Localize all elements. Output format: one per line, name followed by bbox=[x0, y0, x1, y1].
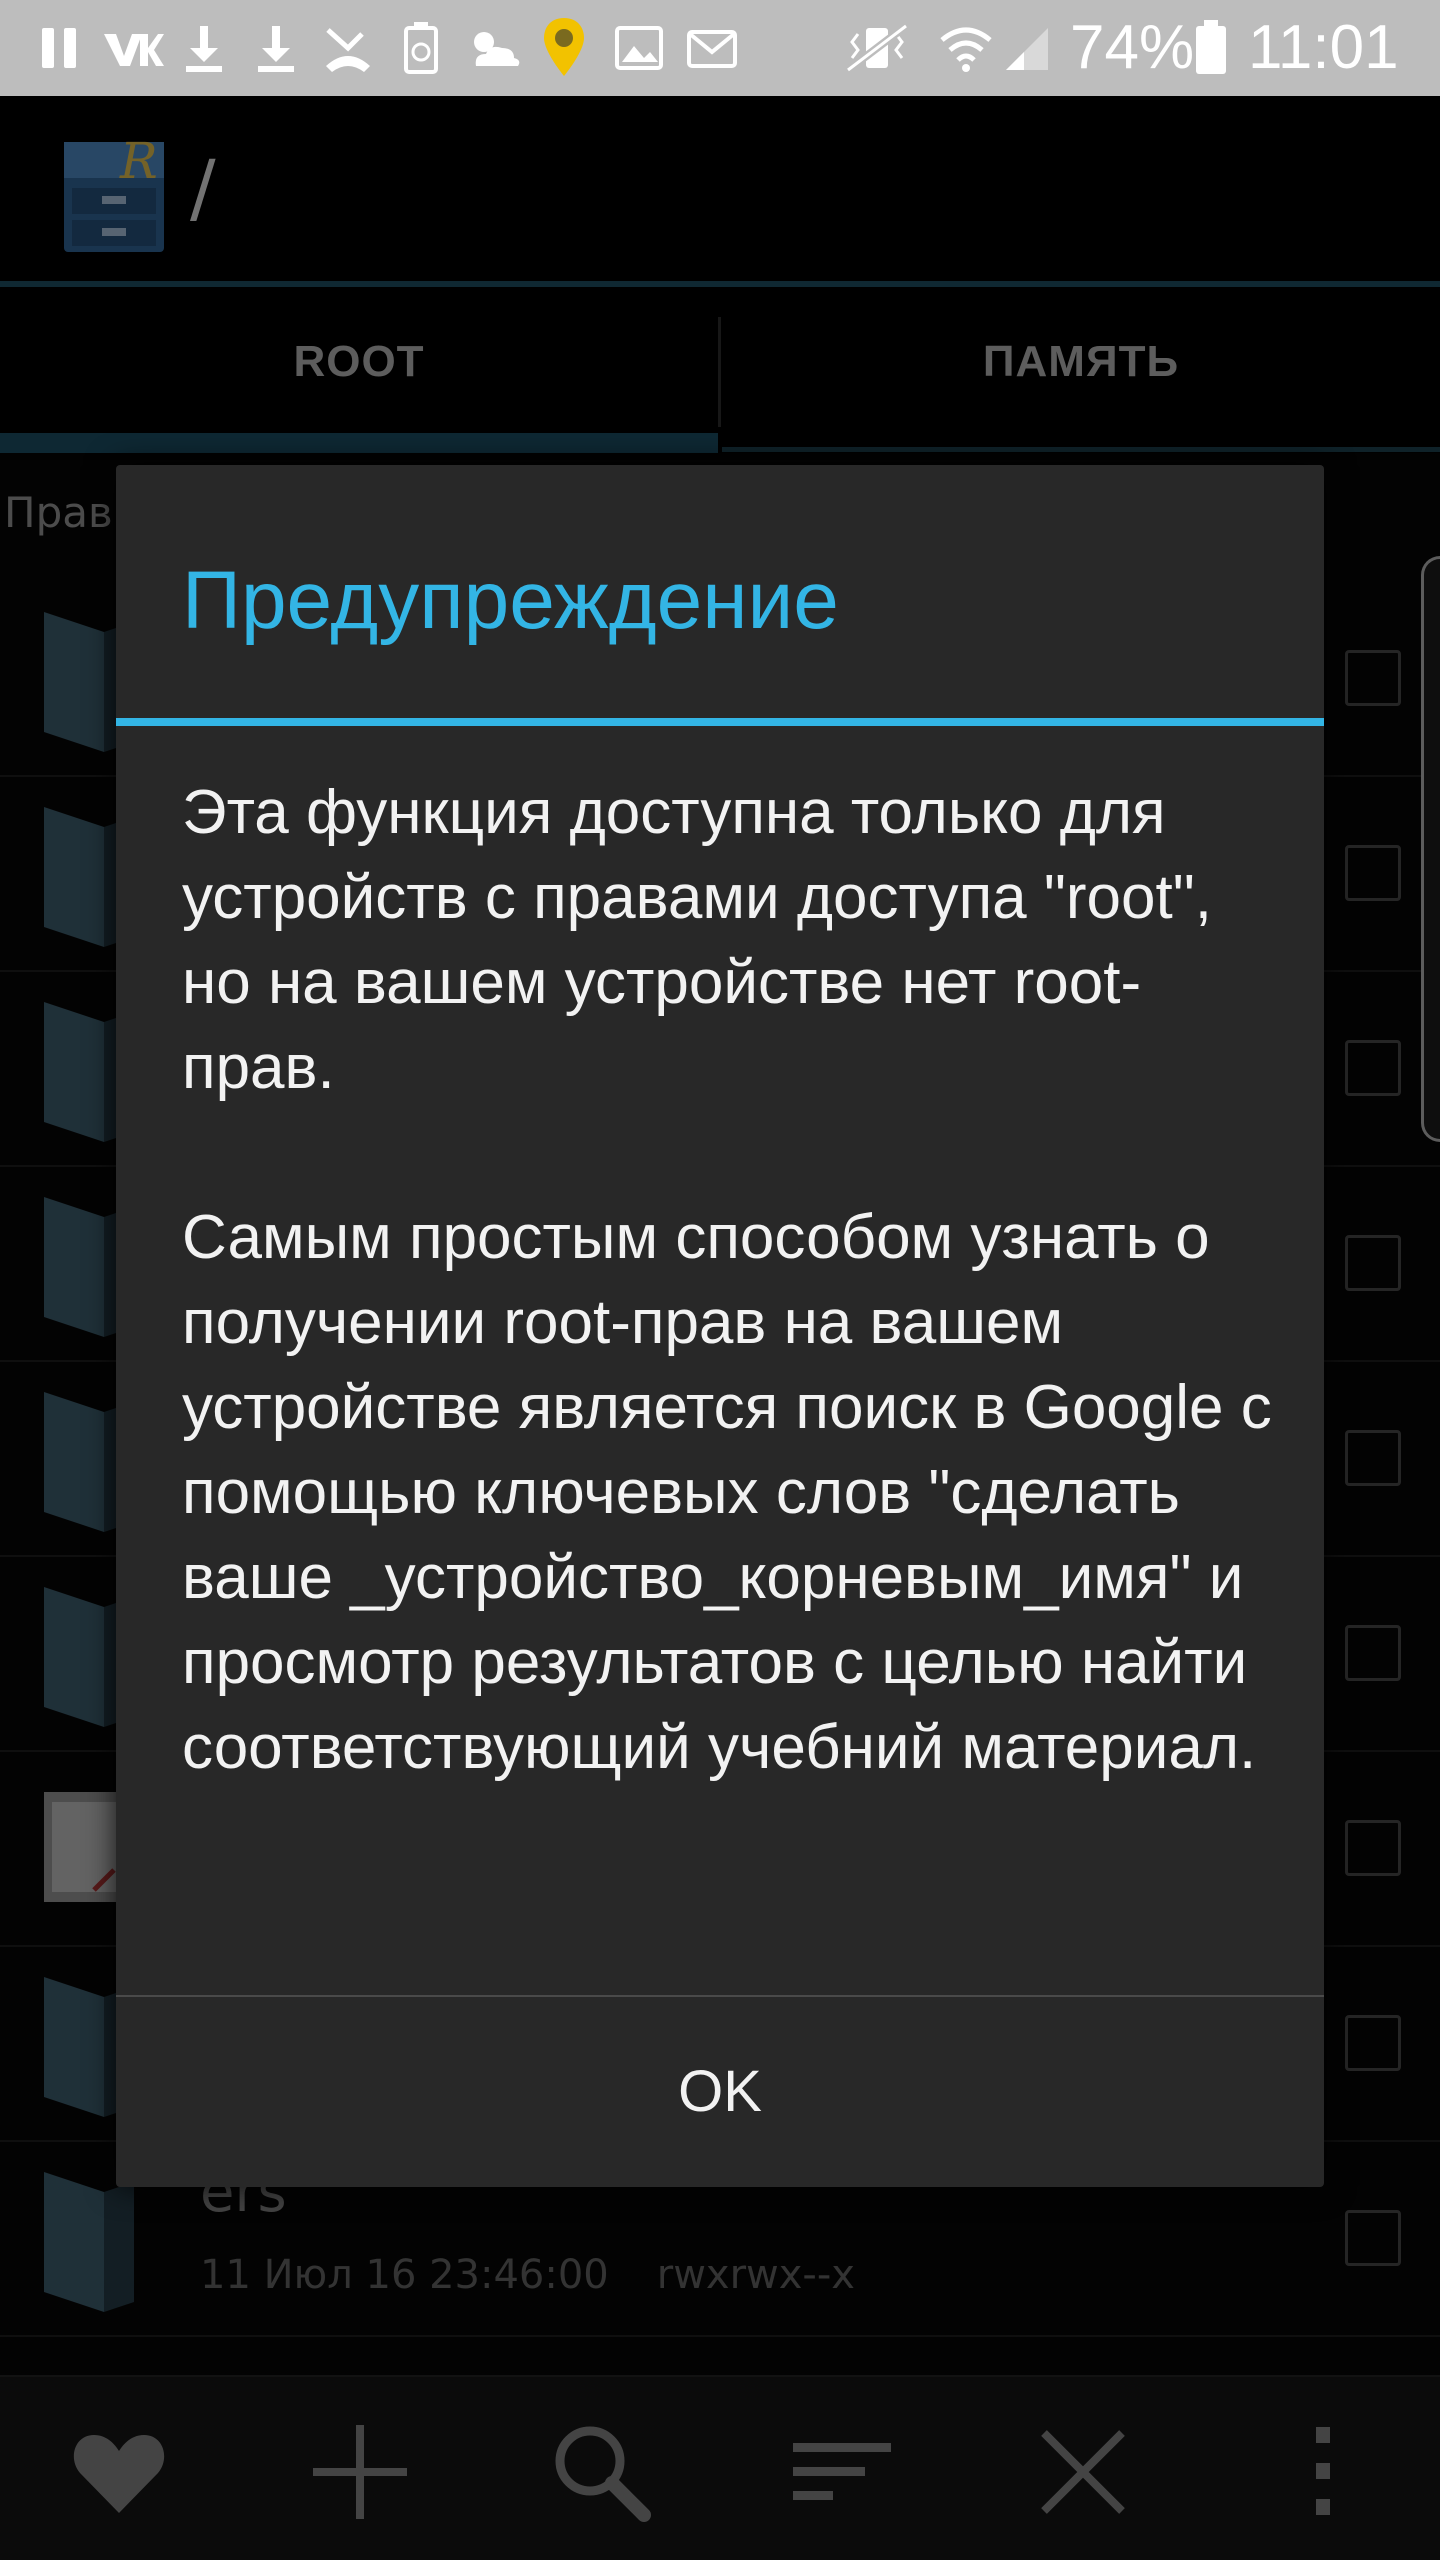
location-icon bbox=[544, 18, 584, 76]
dialog-message: Эта функция доступна только для устройст… bbox=[182, 778, 1272, 1782]
vk-icon bbox=[104, 34, 164, 66]
mail-icon bbox=[687, 30, 737, 68]
dialog-title: Предупреждение bbox=[182, 555, 839, 646]
clock: 11:01 bbox=[1248, 13, 1399, 82]
download-icon bbox=[258, 26, 294, 72]
download-icon bbox=[186, 26, 222, 72]
warning-dialog: Предупреждение Эта функция доступна толь… bbox=[116, 465, 1324, 2187]
status-bar: 74% 11:01 bbox=[0, 0, 1440, 96]
battery-saver-icon bbox=[404, 22, 438, 74]
signal-icon bbox=[1006, 28, 1048, 70]
dialog-title-divider bbox=[116, 718, 1324, 726]
vibrate-icon bbox=[845, 22, 909, 74]
battery-icon bbox=[1196, 20, 1226, 74]
ok-button[interactable]: OK bbox=[116, 1997, 1324, 2187]
pause-icon bbox=[42, 28, 76, 68]
battery-percent: 74% bbox=[1070, 13, 1195, 82]
image-icon bbox=[615, 26, 663, 70]
missed-call-icon bbox=[326, 28, 370, 72]
weather-icon bbox=[474, 32, 520, 66]
screen: 74% 11:01 R / ROOT ПАМЯТЬ Прав ers 11 Ию… bbox=[0, 0, 1440, 2560]
wifi-icon bbox=[940, 27, 992, 72]
